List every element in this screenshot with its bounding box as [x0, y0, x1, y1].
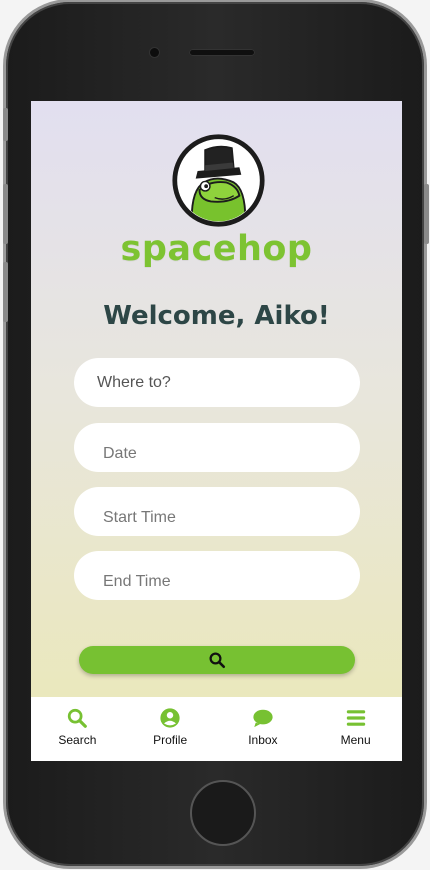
menu-icon: [346, 710, 365, 726]
user-icon: [160, 708, 180, 728]
power-button: [424, 184, 429, 244]
frog-logo: [172, 134, 265, 227]
start-time-placeholder: Start Time: [103, 508, 176, 526]
brand-logotype: spacehop: [120, 229, 313, 269]
volume-down-button: [3, 262, 8, 322]
speaker: [189, 49, 255, 56]
chat-icon: [253, 709, 273, 728]
search-icon: [209, 652, 226, 669]
nav-label-inbox: Inbox: [248, 733, 278, 747]
bottom-nav: Search Profile Inbox Menu: [31, 697, 402, 761]
app-screen: spacehop Welcome, Aiko! Where to? Date S…: [31, 101, 402, 761]
date-placeholder: Date: [103, 444, 137, 462]
search-icon: [68, 708, 88, 728]
welcome-heading: Welcome, Aiko!: [103, 301, 330, 331]
start-time-input[interactable]: Start Time: [74, 487, 360, 536]
camera: [150, 48, 159, 57]
nav-item-inbox[interactable]: Inbox: [218, 697, 308, 747]
nav-item-search[interactable]: Search: [32, 697, 122, 747]
silent-switch: [3, 108, 8, 141]
date-input[interactable]: Date: [74, 423, 360, 472]
home-button[interactable]: [190, 780, 256, 846]
nav-item-menu[interactable]: Menu: [311, 697, 401, 747]
end-time-input[interactable]: End Time: [74, 551, 360, 600]
nav-label-menu: Menu: [340, 733, 371, 747]
nav-label-profile: Profile: [153, 733, 188, 747]
destination-input[interactable]: Where to?: [74, 358, 360, 407]
end-time-placeholder: End Time: [103, 572, 171, 590]
search-button[interactable]: [79, 646, 355, 674]
volume-up-button: [3, 184, 8, 244]
nav-label-search: Search: [58, 733, 97, 747]
destination-placeholder: Where to?: [97, 373, 171, 391]
nav-item-profile[interactable]: Profile: [125, 697, 215, 747]
